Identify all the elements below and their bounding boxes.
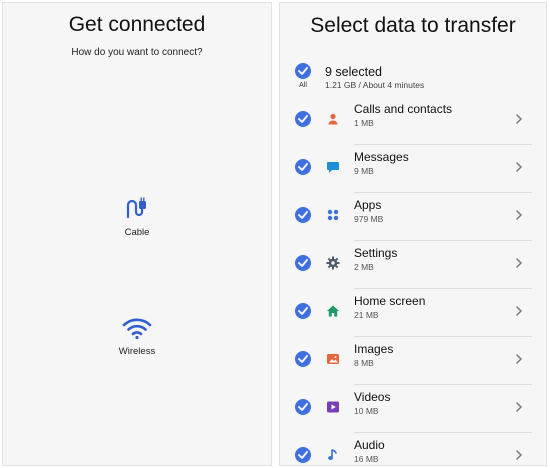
page-title: Select data to transfer [310,14,516,37]
chevron-right-icon[interactable] [514,256,524,270]
video-icon [326,400,340,414]
page-title: Get connected [68,13,206,36]
check-icon [298,259,308,267]
select-all-checkbox[interactable] [295,63,311,79]
category-name: Audio [354,438,385,452]
check-icon [298,403,308,411]
check-icon [298,115,308,123]
category-name: Calls and contacts [354,102,453,116]
category-checkbox[interactable] [295,255,311,271]
data-category-row[interactable]: Messages 9 MB [280,145,546,193]
connect-prompt: How do you want to connect? [71,47,203,58]
gear-icon [326,256,340,270]
image-icon [326,352,340,366]
wireless-label: Wireless [118,346,156,357]
data-category-row[interactable]: Settings 2 MB [280,241,546,289]
category-checkbox[interactable] [295,111,311,127]
selected-summary: 1.21 GB / About 4 minutes [325,80,425,90]
category-size: 2 MB [354,262,374,272]
data-category-row[interactable]: Home screen 21 MB [280,289,546,337]
chevron-right-icon[interactable] [514,304,524,318]
category-size: 1 MB [354,118,374,128]
apps-icon [326,208,340,222]
category-name: Videos [354,390,391,404]
category-checkbox[interactable] [295,159,311,175]
category-size: 8 MB [354,358,374,368]
chevron-right-icon[interactable] [514,208,524,222]
home-icon [326,304,340,318]
check-icon [298,355,308,363]
category-checkbox[interactable] [295,447,311,463]
select-all-label: All [299,82,307,89]
category-size: 979 MB [354,214,384,224]
contact-icon [326,112,340,126]
selected-count: 9 selected [325,65,382,79]
chevron-right-icon[interactable] [514,448,524,462]
category-size: 21 MB [354,310,379,320]
wifi-icon [3,316,271,340]
category-size: 16 MB [354,454,379,464]
cable-icon [3,195,271,221]
check-icon [298,67,308,75]
select-all-row[interactable]: All 9 selected 1.21 GB / About 4 minutes [280,59,546,95]
data-category-row[interactable]: Videos 10 MB [280,385,546,433]
wireless-option[interactable]: Wireless [3,316,271,357]
data-category-row[interactable]: Apps 979 MB [280,193,546,241]
category-name: Settings [354,246,398,260]
cable-option[interactable]: Cable [3,195,271,238]
check-icon [298,451,308,459]
check-icon [298,307,308,315]
data-category-row[interactable]: Audio 16 MB [280,433,546,465]
chevron-right-icon[interactable] [514,352,524,366]
category-name: Apps [354,198,382,212]
chevron-right-icon[interactable] [514,400,524,414]
check-icon [298,163,308,171]
check-icon [298,211,308,219]
category-name: Home screen [354,294,426,308]
select-data-panel: Select data to transfer All 9 selected 1… [279,2,547,466]
category-checkbox[interactable] [295,207,311,223]
data-category-row[interactable]: Images 8 MB [280,337,546,385]
category-size: 10 MB [354,406,379,416]
category-name: Images [354,342,394,356]
message-icon [326,160,340,174]
category-checkbox[interactable] [295,399,311,415]
category-name: Messages [354,150,409,164]
chevron-right-icon[interactable] [514,112,524,126]
data-category-row[interactable]: Calls and contacts 1 MB [280,97,546,145]
cable-label: Cable [124,227,150,238]
category-checkbox[interactable] [295,351,311,367]
chevron-right-icon[interactable] [514,160,524,174]
get-connected-panel: Get connected How do you want to connect… [2,2,272,466]
music-icon [326,448,340,462]
category-size: 9 MB [354,166,374,176]
category-checkbox[interactable] [295,303,311,319]
